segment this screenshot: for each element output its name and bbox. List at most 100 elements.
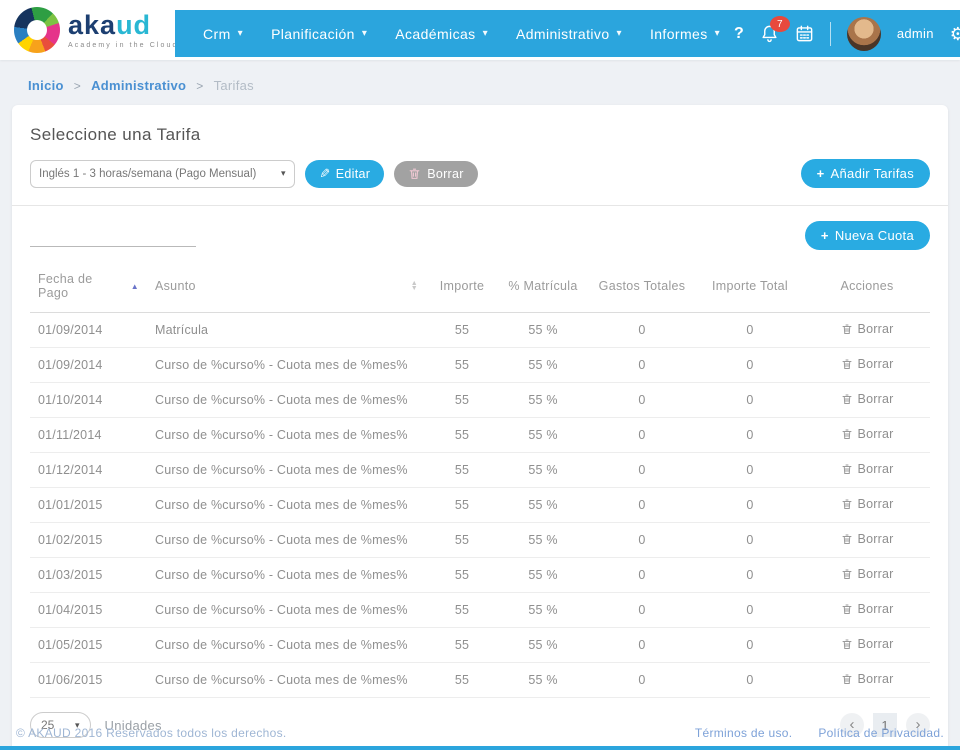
- cell-importe-total: 0: [696, 453, 804, 488]
- chevron-down-icon: ▾: [362, 28, 367, 39]
- divider: [12, 205, 948, 206]
- cell-asunto: Curso de %curso% - Cuota mes de %mes%: [147, 383, 426, 418]
- sort-ascending-icon: ▲: [131, 282, 139, 291]
- edit-tarifa-button[interactable]: ✎ Editar: [305, 160, 385, 188]
- trash-icon: [841, 428, 853, 440]
- cell-importe: 55: [426, 453, 498, 488]
- row-delete-button[interactable]: Borrar: [841, 637, 894, 651]
- trash-icon: [841, 673, 853, 685]
- cell-fecha: 01/04/2015: [30, 593, 147, 628]
- cell-acciones: Borrar: [804, 628, 930, 663]
- tarifa-select[interactable]: Inglés 1 - 3 horas/semana (Pago Mensual): [39, 168, 277, 180]
- row-delete-button[interactable]: Borrar: [841, 322, 894, 336]
- cell-gastos: 0: [588, 348, 696, 383]
- cell-gastos: 0: [588, 418, 696, 453]
- cell-acciones: Borrar: [804, 558, 930, 593]
- cell-importe-total: 0: [696, 383, 804, 418]
- search-input[interactable]: [30, 227, 210, 244]
- nav-item-administrativo[interactable]: Administrativo▾: [502, 26, 636, 42]
- header-gastos-totales[interactable]: Gastos Totales: [588, 266, 696, 313]
- breadcrumb-separator: >: [74, 79, 81, 93]
- header-importe-total[interactable]: Importe Total: [696, 266, 804, 313]
- breadcrumb-current: Tarifas: [214, 78, 254, 93]
- trash-icon: [841, 463, 853, 475]
- row-delete-button[interactable]: Borrar: [841, 497, 894, 511]
- notification-badge: 7: [770, 16, 790, 32]
- header-matricula[interactable]: % Matrícula: [498, 266, 588, 313]
- chevron-down-icon: ▾: [238, 28, 243, 39]
- breadcrumb-home[interactable]: Inicio: [28, 78, 64, 93]
- chevron-down-icon: ▾: [715, 28, 720, 39]
- cell-matricula: 55 %: [498, 313, 588, 348]
- cell-acciones: Borrar: [804, 523, 930, 558]
- nav-item-crm[interactable]: Crm▾: [189, 26, 257, 42]
- user-avatar[interactable]: [847, 17, 881, 51]
- nav-item-academicas[interactable]: Académicas▾: [381, 26, 502, 42]
- cell-acciones: Borrar: [804, 348, 930, 383]
- row-delete-button[interactable]: Borrar: [841, 357, 894, 371]
- table-row: 01/03/2015 Curso de %curso% - Cuota mes …: [30, 558, 930, 593]
- logo-ring-icon: [14, 7, 60, 53]
- cell-importe-total: 0: [696, 628, 804, 663]
- plus-icon: +: [821, 228, 829, 243]
- cell-importe: 55: [426, 628, 498, 663]
- breadcrumb-administrativo[interactable]: Administrativo: [91, 78, 186, 93]
- header-fecha-de-pago[interactable]: Fecha de Pago▲: [30, 266, 147, 313]
- cell-importe-total: 0: [696, 488, 804, 523]
- header-asunto[interactable]: Asunto▲▼: [147, 266, 426, 313]
- cell-asunto: Curso de %curso% - Cuota mes de %mes%: [147, 523, 426, 558]
- row-delete-button[interactable]: Borrar: [841, 602, 894, 616]
- delete-tarifa-button[interactable]: Borrar: [394, 161, 478, 187]
- row-delete-button[interactable]: Borrar: [841, 672, 894, 686]
- cell-importe-total: 0: [696, 313, 804, 348]
- row-delete-button[interactable]: Borrar: [841, 427, 894, 441]
- footer-accent-bar: [0, 746, 960, 750]
- cell-acciones: Borrar: [804, 593, 930, 628]
- calendar-button[interactable]: [795, 24, 814, 43]
- username-label[interactable]: admin: [897, 26, 934, 41]
- cell-importe: 55: [426, 383, 498, 418]
- row-delete-button[interactable]: Borrar: [841, 567, 894, 581]
- row-delete-button[interactable]: Borrar: [841, 532, 894, 546]
- tarifa-select-wrap: Inglés 1 - 3 horas/semana (Pago Mensual)…: [30, 160, 295, 188]
- chevron-down-icon: ▾: [281, 168, 286, 179]
- notifications-button[interactable]: 7: [760, 24, 779, 43]
- add-tarifas-button[interactable]: + Añadir Tarifas: [801, 159, 930, 188]
- brand-logo[interactable]: akaud Academy in the Cloud: [14, 7, 178, 53]
- terms-link[interactable]: Términos de uso.: [695, 726, 793, 740]
- cell-acciones: Borrar: [804, 453, 930, 488]
- cell-matricula: 55 %: [498, 523, 588, 558]
- calendar-icon: [795, 24, 814, 43]
- new-cuota-button[interactable]: + Nueva Cuota: [805, 221, 930, 250]
- header-importe[interactable]: Importe: [426, 266, 498, 313]
- trash-icon: [841, 533, 853, 545]
- breadcrumb-separator: >: [196, 79, 203, 93]
- cell-fecha: 01/01/2015: [30, 488, 147, 523]
- cell-importe: 55: [426, 663, 498, 698]
- cell-acciones: Borrar: [804, 383, 930, 418]
- cell-asunto: Curso de %curso% - Cuota mes de %mes%: [147, 418, 426, 453]
- table-row: 01/12/2014 Curso de %curso% - Cuota mes …: [30, 453, 930, 488]
- table-row: 01/04/2015 Curso de %curso% - Cuota mes …: [30, 593, 930, 628]
- privacy-link[interactable]: Política de Privacidad.: [818, 726, 944, 740]
- tarifas-panel: Seleccione una Tarifa Inglés 1 - 3 horas…: [12, 105, 948, 750]
- cell-importe: 55: [426, 418, 498, 453]
- trash-icon: [841, 568, 853, 580]
- brand-tagline: Academy in the Cloud: [68, 42, 178, 49]
- row-delete-button[interactable]: Borrar: [841, 462, 894, 476]
- nav-item-planificacion[interactable]: Planificación▾: [257, 26, 381, 42]
- settings-gear-icon[interactable]: ⚙⚙: [950, 25, 960, 43]
- cell-gastos: 0: [588, 558, 696, 593]
- trash-icon: [841, 323, 853, 335]
- row-delete-button[interactable]: Borrar: [841, 392, 894, 406]
- chevron-down-icon: ▾: [483, 28, 488, 39]
- cell-matricula: 55 %: [498, 628, 588, 663]
- cell-asunto: Curso de %curso% - Cuota mes de %mes%: [147, 593, 426, 628]
- cell-fecha: 01/12/2014: [30, 453, 147, 488]
- nav-item-informes[interactable]: Informes▾: [636, 26, 734, 42]
- cell-importe: 55: [426, 558, 498, 593]
- cell-acciones: Borrar: [804, 488, 930, 523]
- cell-asunto: Curso de %curso% - Cuota mes de %mes%: [147, 488, 426, 523]
- cell-fecha: 01/10/2014: [30, 383, 147, 418]
- help-icon[interactable]: ?: [734, 25, 744, 43]
